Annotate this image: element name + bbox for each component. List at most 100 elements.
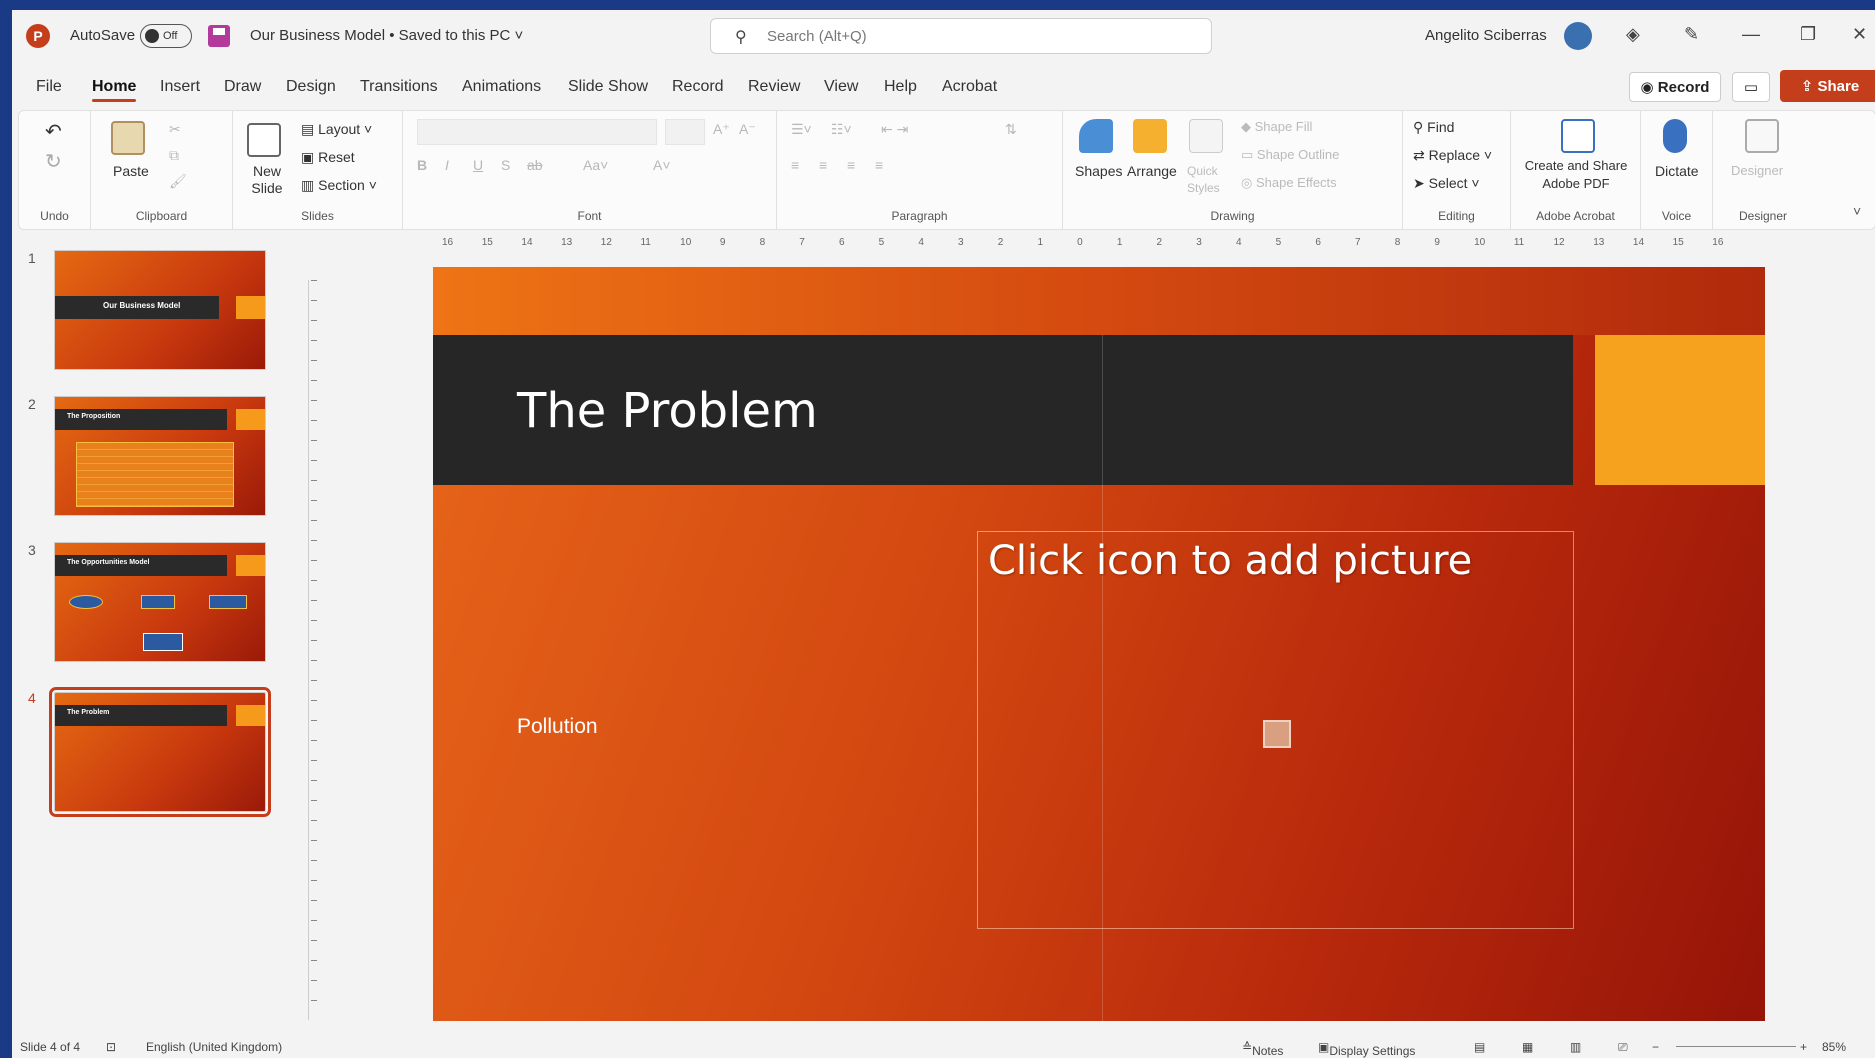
quick-styles-button[interactable]: Quick Styles	[1187, 163, 1227, 197]
tab-file[interactable]: File	[36, 78, 62, 96]
accessibility-icon[interactable]: ⊡	[106, 1040, 116, 1054]
create-pdf-icon[interactable]	[1561, 119, 1595, 153]
arrange-icon[interactable]	[1133, 119, 1167, 153]
tab-design[interactable]: Design	[286, 78, 336, 96]
user-name[interactable]: Angelito Sciberras	[1425, 27, 1547, 44]
zoom-level[interactable]: 85%	[1822, 1040, 1846, 1054]
thumb-accent	[235, 554, 265, 577]
find-button[interactable]: ⚲ Find	[1413, 119, 1454, 136]
increase-font-icon[interactable]: A⁺	[713, 121, 730, 138]
indent-icon[interactable]: ⇤ ⇥	[881, 121, 908, 138]
notes-button[interactable]: ≙ Notes	[1242, 1040, 1283, 1058]
shapes-icon[interactable]	[1079, 119, 1113, 153]
tab-help[interactable]: Help	[884, 78, 917, 96]
justify-icon[interactable]: ≡	[875, 157, 883, 173]
font-size-input[interactable]	[665, 119, 705, 145]
slide-canvas[interactable]: The Problem Pollution Click icon to add …	[433, 267, 1765, 1021]
shape-fill-button[interactable]: ◆ Shape Fill	[1241, 119, 1312, 135]
align-left-icon[interactable]: ≡	[791, 157, 799, 173]
tab-review[interactable]: Review	[748, 78, 800, 96]
section-button[interactable]: ▥ Section ˅	[301, 177, 377, 194]
align-center-icon[interactable]: ≡	[819, 157, 827, 173]
zoom-in-icon[interactable]: +	[1800, 1040, 1807, 1054]
slide-thumbnail-1[interactable]: Our Business Model	[54, 250, 266, 370]
arrange-button[interactable]: Arrange	[1127, 163, 1177, 179]
share-button[interactable]: ⇪ Share	[1780, 70, 1875, 102]
tab-record[interactable]: Record	[672, 78, 724, 96]
bullets-icon[interactable]: ☰˅	[791, 121, 812, 138]
slide-title[interactable]: The Problem	[517, 383, 818, 439]
decrease-font-icon[interactable]: A⁻	[739, 121, 756, 138]
tab-home[interactable]: Home	[92, 78, 137, 102]
minimize-icon[interactable]: —	[1742, 24, 1760, 45]
zoom-slider[interactable]	[1676, 1046, 1796, 1047]
normal-view-icon[interactable]: ▤	[1474, 1040, 1485, 1054]
picture-placeholder[interactable]: Click icon to add picture	[977, 531, 1574, 929]
comments-icon[interactable]: ▭	[1732, 72, 1770, 102]
format-painter-icon[interactable]: 🖌	[169, 173, 187, 190]
reading-view-icon[interactable]: ▥	[1570, 1040, 1581, 1054]
italic-icon[interactable]: I	[445, 157, 449, 173]
autosave-toggle[interactable]: Off	[140, 24, 192, 48]
numbering-icon[interactable]: ☷˅	[831, 121, 852, 138]
paste-button[interactable]: Paste	[113, 163, 149, 179]
avatar[interactable]	[1564, 22, 1592, 50]
collapse-ribbon-icon[interactable]: ˅	[1853, 203, 1861, 219]
layout-button[interactable]: ▤ Layout ˅	[301, 121, 372, 138]
restore-icon[interactable]: ❐	[1800, 24, 1816, 45]
text-direction-icon[interactable]: ⇅	[1005, 121, 1017, 138]
tab-acrobat[interactable]: Acrobat	[942, 78, 997, 96]
zoom-out-icon[interactable]: −	[1652, 1040, 1659, 1054]
slide-thumbnail-2[interactable]: The Proposition	[54, 396, 266, 516]
shapes-button[interactable]: Shapes	[1075, 163, 1122, 179]
slide-sorter-icon[interactable]: ▦	[1522, 1040, 1533, 1054]
microphone-icon[interactable]	[1663, 119, 1687, 153]
shape-outline-button[interactable]: ▭ Shape Outline	[1241, 147, 1339, 163]
designer-button[interactable]: Designer	[1731, 163, 1783, 178]
language-status[interactable]: English (United Kingdom)	[146, 1040, 282, 1054]
tab-transitions[interactable]: Transitions	[360, 78, 438, 96]
search-input[interactable]: ⚲ Search (Alt+Q)	[710, 18, 1212, 54]
tab-view[interactable]: View	[824, 78, 858, 96]
copy-icon[interactable]: ⧉	[169, 147, 179, 164]
slide-thumbnail-4[interactable]: The Problem	[49, 687, 271, 817]
slide-show-icon[interactable]: ⎚	[1618, 1040, 1628, 1055]
record-button[interactable]: ◉ Record	[1629, 72, 1721, 102]
save-icon[interactable]	[208, 25, 230, 47]
tab-animations[interactable]: Animations	[462, 78, 541, 96]
select-button[interactable]: ➤ Select ˅	[1413, 175, 1480, 192]
tab-slide-show[interactable]: Slide Show	[568, 78, 648, 96]
quick-styles-icon[interactable]	[1189, 119, 1223, 153]
font-color-icon[interactable]: A˅	[653, 157, 671, 173]
slide-thumbnail-3[interactable]: The Opportunities Model	[54, 542, 266, 662]
align-right-icon[interactable]: ≡	[847, 157, 855, 173]
shape-effects-button[interactable]: ◎ Shape Effects	[1241, 175, 1337, 191]
cut-icon[interactable]: ✂	[169, 121, 181, 138]
new-slide-icon[interactable]	[247, 123, 281, 157]
close-icon[interactable]: ✕	[1852, 24, 1867, 45]
bold-icon[interactable]: B	[417, 157, 427, 173]
replace-button[interactable]: ⇄ Replace ˅	[1413, 147, 1492, 164]
diamond-icon[interactable]: ◈	[1626, 24, 1640, 45]
change-case-icon[interactable]: Aa˅	[583, 157, 608, 173]
redo-icon[interactable]: ↻	[45, 149, 62, 174]
designer-icon[interactable]	[1745, 119, 1779, 153]
create-share-pdf-button[interactable]: Create and Share Adobe PDF	[1519, 157, 1633, 193]
document-title[interactable]: Our Business Model • Saved to this PC ˅	[250, 27, 523, 44]
underline-icon[interactable]: U	[473, 157, 483, 173]
undo-icon[interactable]: ↶	[45, 119, 62, 144]
dictate-button[interactable]: Dictate	[1655, 163, 1699, 179]
new-slide-button[interactable]: New Slide	[245, 163, 289, 197]
pen-icon[interactable]: ✎	[1684, 24, 1699, 45]
font-name-input[interactable]	[417, 119, 657, 145]
paste-icon[interactable]	[111, 121, 145, 155]
tab-insert[interactable]: Insert	[160, 78, 200, 96]
slide-body-text[interactable]: Pollution	[517, 715, 598, 739]
shadow-icon[interactable]: S	[501, 157, 510, 173]
ruler-tick-label: 14	[521, 237, 533, 248]
display-settings-button[interactable]: ▣ Display Settings	[1318, 1040, 1415, 1058]
tab-draw[interactable]: Draw	[224, 78, 261, 96]
strikethrough-icon[interactable]: ab	[527, 157, 543, 173]
insert-picture-icon[interactable]	[1263, 720, 1291, 748]
reset-button[interactable]: ▣ Reset	[301, 149, 355, 166]
